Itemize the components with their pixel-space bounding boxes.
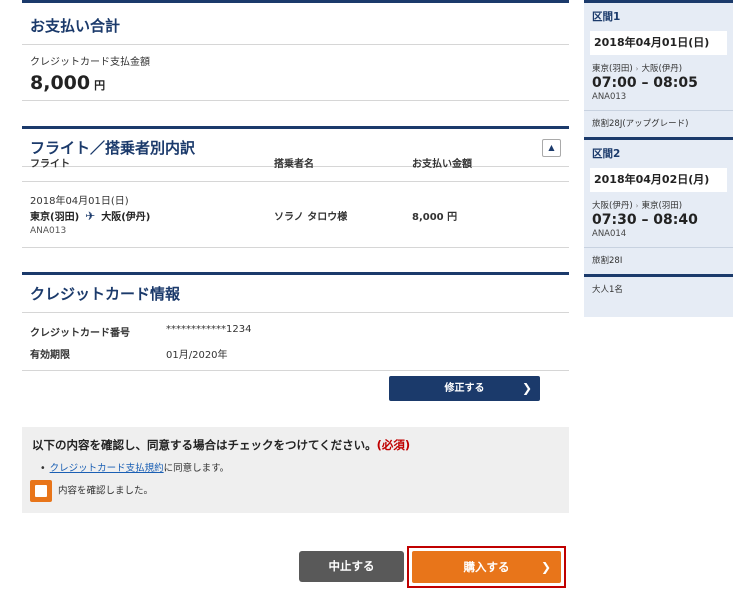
breakdown-section: フライト／搭乗者別内訳 ▲ フライト 搭乗者名 お支払い金額 2018年04月0… — [22, 126, 569, 248]
leg-origin: 大阪(伊丹) — [592, 201, 633, 211]
edit-button-label: 修正する — [444, 383, 485, 394]
terms-link[interactable]: クレジットカード支払規約 — [50, 463, 164, 474]
payment-total-section: お支払い合計 クレジットカード支払金額 8,000 円 — [22, 0, 569, 101]
airplane-icon: ✈ — [85, 209, 96, 223]
flight-date: 2018年04月01日(日) — [30, 196, 129, 207]
card-number-value: ************1234 — [166, 324, 252, 335]
payment-total-title: お支払い合計 — [22, 3, 569, 45]
header-flight: フライト — [30, 159, 70, 170]
consent-title-text: 以下の内容を確認し、同意する場合はチェックをつけてください。 — [32, 438, 377, 452]
flight-origin: 東京(羽田) — [30, 212, 80, 223]
passenger-amount: 8,000 円 — [412, 212, 458, 223]
consent-terms-item: • クレジットカード支払規約に同意します。 — [40, 460, 559, 474]
itinerary-sidebar: 区間1 2018年04月01日(日) 東京(羽田) › 大阪(伊丹) 07:00 –… — [584, 0, 733, 317]
leg-destination: 大阪(伊丹) — [641, 64, 683, 74]
chevron-right-icon: ❯ — [540, 560, 551, 574]
card-expiry-value: 01月/2020年 — [166, 350, 228, 361]
edit-button[interactable]: 修正する ❯ — [389, 376, 540, 401]
payment-label: クレジットカード支払金額 — [30, 57, 150, 68]
table-row: 2018年04月01日(日) 東京(羽田) ✈ 大阪(伊丹) ANA013 ソラノ … — [22, 182, 569, 248]
confirm-checkbox[interactable] — [30, 480, 52, 502]
payment-currency: 円 — [94, 79, 106, 92]
passenger-count: 大人1名 — [584, 274, 733, 301]
header-amount: お支払い金額 — [412, 159, 472, 170]
chevron-right-icon: ❯ — [521, 381, 532, 395]
flight-destination: 大阪(伊丹) — [101, 212, 151, 223]
card-number-label: クレジットカード番号 — [30, 328, 130, 339]
leg-flight-number: ANA014 — [592, 229, 627, 239]
card-info-section: クレジットカード情報 クレジットカード番号 ************1234 有… — [22, 272, 569, 371]
payment-total-box: クレジットカード支払金額 8,000 円 — [22, 45, 569, 101]
terms-suffix: に同意します。 — [163, 463, 230, 474]
payment-amount: 8,000 円 — [30, 72, 561, 94]
leg-fare: 旅割28J(アップグレード) — [584, 110, 733, 137]
leg-origin: 東京(羽田) — [592, 64, 633, 74]
leg-date: 2018年04月02日(月) — [590, 168, 727, 192]
leg-time: 07:30 – 08:40 — [592, 212, 698, 228]
chevron-right-icon: › — [635, 202, 639, 210]
required-badge: (必須) — [376, 438, 411, 452]
confirm-check-label: 内容を確認しました。 — [58, 485, 154, 497]
card-number-row: クレジットカード番号 ************1234 — [22, 319, 569, 341]
purchase-button-highlight: 購入する ❯ — [407, 546, 566, 588]
bullet-icon: • — [40, 463, 46, 474]
breakdown-table-header: フライト 搭乗者名 お支払い金額 — [22, 159, 569, 182]
confirm-check-row[interactable]: 内容を確認しました。 — [30, 480, 153, 502]
leg-flight-number: ANA013 — [592, 92, 627, 102]
card-expiry-row: 有効期限 01月/2020年 — [22, 341, 569, 363]
leg-route: 東京(羽田) › 大阪(伊丹) — [592, 62, 725, 74]
passenger-name: ソラノ タロウ様 — [274, 212, 348, 223]
chevron-right-icon: › — [635, 65, 639, 73]
leg-title: 区間2 — [592, 148, 621, 160]
divider — [22, 363, 569, 371]
payment-amount-value: 8,000 — [30, 72, 91, 94]
leg-fare: 旅割28I — [584, 247, 733, 274]
collapse-up-icon[interactable]: ▲ — [542, 139, 561, 157]
leg-title: 区間1 — [592, 11, 621, 23]
purchase-button-label: 購入する — [463, 560, 510, 574]
leg-time: 07:00 – 08:05 — [592, 75, 698, 91]
flight-route: 東京(羽田) ✈ 大阪(伊丹) — [30, 208, 150, 223]
card-info-title: クレジットカード情報 — [22, 275, 569, 313]
checkbox-box-icon — [35, 485, 47, 497]
leg-route: 大阪(伊丹) › 東京(羽田) — [592, 199, 725, 211]
leg-1: 区間1 2018年04月01日(日) 東京(羽田) › 大阪(伊丹) 07:00 –… — [584, 0, 733, 137]
cancel-button[interactable]: 中止する — [299, 551, 404, 582]
leg-date: 2018年04月01日(日) — [590, 31, 727, 55]
consent-box: 以下の内容を確認し、同意する場合はチェックをつけてください。(必須) • クレジッ… — [22, 427, 569, 513]
purchase-button[interactable]: 購入する ❯ — [412, 551, 561, 583]
main-content: お支払い合計 クレジットカード支払金額 8,000 円 フライト／搭乗者別内訳 ▲… — [22, 0, 569, 371]
leg-2: 区間2 2018年04月02日(月) 大阪(伊丹) › 東京(羽田) 07:30 –… — [584, 137, 733, 274]
consent-title: 以下の内容を確認し、同意する場合はチェックをつけてください。(必須) — [32, 437, 559, 453]
flight-number: ANA013 — [30, 226, 67, 236]
card-expiry-label: 有効期限 — [30, 350, 70, 361]
leg-destination: 東京(羽田) — [641, 201, 683, 211]
header-passenger: 搭乗者名 — [274, 159, 314, 170]
